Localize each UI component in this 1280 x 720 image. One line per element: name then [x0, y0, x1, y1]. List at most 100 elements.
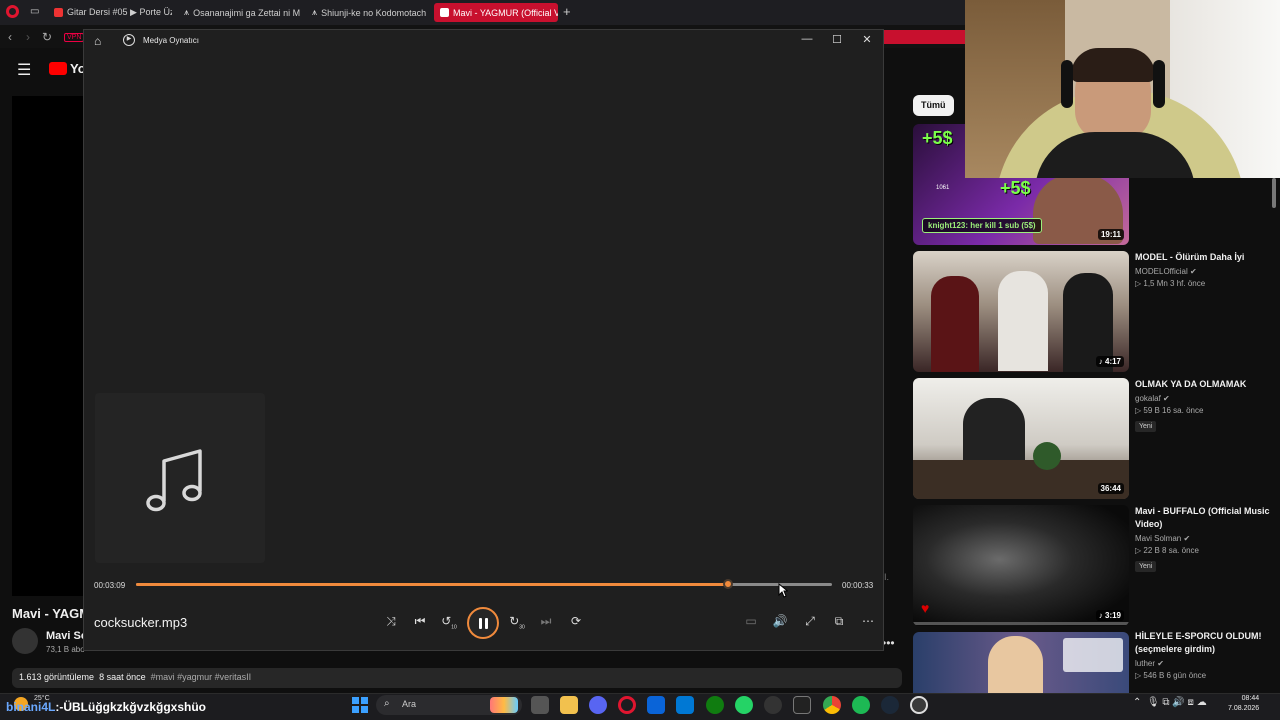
- forward-30-icon[interactable]: ↻30: [508, 614, 526, 630]
- forward-label: 30: [519, 624, 525, 631]
- opera-logo-icon[interactable]: [6, 5, 19, 18]
- video-info[interactable]: HİLEYLE E-SPORCU OLDUM! (seçmelere girdi…: [1135, 630, 1275, 680]
- channel-avatar[interactable]: [12, 628, 38, 654]
- repeat-icon[interactable]: ⟳: [567, 614, 585, 628]
- verified-icon: ✔: [1163, 394, 1170, 403]
- tab-gitar-dersi[interactable]: Gitar Dersi #05 ▶ Porte Üz: [48, 3, 172, 22]
- figure-shape: [963, 398, 1025, 468]
- remaining-time: 00:00:33: [842, 581, 874, 590]
- epic-games-icon[interactable]: [793, 696, 811, 714]
- maximize-button[interactable]: ☐: [830, 33, 844, 46]
- thumb-small-text: 1061: [936, 185, 950, 191]
- task-view-icon[interactable]: [531, 696, 549, 714]
- chrome-icon[interactable]: [823, 696, 841, 714]
- seek-bar-progress: [136, 583, 728, 586]
- youtube-icon: [440, 8, 449, 17]
- video-thumbnail[interactable]: [913, 632, 1129, 693]
- video-thumbnail[interactable]: 36:44: [913, 378, 1129, 499]
- discord-icon[interactable]: [589, 696, 607, 714]
- steelseries-icon[interactable]: [764, 696, 782, 714]
- window-title: Medya Oynatıcı: [143, 36, 200, 45]
- track-filename: cocksucker.mp3: [94, 615, 188, 630]
- shuffle-icon[interactable]: ⤨: [382, 614, 400, 629]
- watermelon-shape: [1033, 442, 1061, 470]
- store-icon[interactable]: [676, 696, 694, 714]
- scrollbar[interactable]: [1272, 178, 1276, 208]
- video-player[interactable]: [12, 96, 84, 596]
- outlook-icon[interactable]: [647, 696, 665, 714]
- search-highlight-icon[interactable]: [490, 697, 518, 713]
- hashtags[interactable]: #mavi #yagmur #veritasII: [151, 672, 252, 682]
- file-explorer-icon[interactable]: [560, 696, 578, 714]
- miniplayer-icon[interactable]: ▭: [742, 614, 760, 628]
- volume-icon[interactable]: 🔊: [771, 614, 789, 628]
- back-icon[interactable]: ‹: [8, 30, 12, 44]
- watch-progress: [913, 622, 1129, 625]
- filter-chip-all[interactable]: Tümü: [913, 95, 954, 116]
- video-title[interactable]: HİLEYLE E-SPORCU OLDUM! (seçmelere girdi…: [1135, 630, 1275, 656]
- tab-shiunji[interactable]: ⩚ Shiunji-ke no Kodomotach: [306, 3, 430, 22]
- tab-overview-icon[interactable]: ▭: [30, 6, 39, 17]
- tab-label: Osananajimi ga Zettai ni M: [193, 7, 301, 18]
- tab-mavi-yagmur[interactable]: Mavi - YAGMUR (Official V: [434, 3, 558, 22]
- close-button[interactable]: ✕: [860, 33, 874, 46]
- video-title[interactable]: Mavi - BUFFALO (Official Music Video): [1135, 505, 1275, 531]
- fullscreen-icon[interactable]: ⤢: [801, 614, 819, 629]
- k-site-icon: ⩚: [184, 7, 190, 17]
- minimize-button[interactable]: —: [800, 33, 814, 45]
- taskbar-clock[interactable]: 08:44 7.08.2026: [1228, 694, 1259, 714]
- channel-name[interactable]: MODELOfficial ✔: [1135, 267, 1275, 276]
- previous-icon[interactable]: ⏮: [411, 614, 429, 629]
- figure-shape: [998, 271, 1048, 371]
- rewind-10-icon[interactable]: ↺10: [440, 614, 458, 630]
- tab-osananajimi[interactable]: ⩚ Osananajimi ga Zettai ni M: [178, 3, 302, 22]
- more-options-icon[interactable]: ⋯: [859, 614, 877, 628]
- menu-icon[interactable]: ☰: [17, 60, 31, 80]
- media-player-taskbar-icon[interactable]: [910, 696, 928, 714]
- new-tab-button[interactable]: +: [563, 4, 571, 19]
- music-note-icon: [146, 449, 202, 512]
- opera-gx-icon[interactable]: [618, 696, 636, 714]
- system-tray-icons[interactable]: ⌃ 🎙 ⧉ 🔊 ⧈ ☁: [1133, 697, 1207, 708]
- video-info[interactable]: OLMAK YA DA OLMAMAK gokalaf ✔ ▷ 59 B 16 …: [1135, 378, 1275, 433]
- spotify-icon[interactable]: [852, 696, 870, 714]
- new-badge: Yeni: [1135, 421, 1157, 432]
- xbox-icon[interactable]: [706, 696, 724, 714]
- seek-bar-thumb[interactable]: [722, 579, 733, 589]
- thumbnail-caption: knight123: her kill 1 sub (5$): [922, 218, 1042, 233]
- seek-bar[interactable]: [136, 579, 832, 589]
- video-title[interactable]: OLMAK YA DA OLMAMAK: [1135, 378, 1275, 391]
- video-title[interactable]: MODEL - Ölürüm Daha İyi: [1135, 251, 1275, 264]
- partial-text: I.: [884, 572, 890, 582]
- whatsapp-icon[interactable]: [735, 696, 753, 714]
- video-info[interactable]: Mavi - BUFFALO (Official Music Video) Ma…: [1135, 505, 1275, 573]
- channel-name[interactable]: gokalaf ✔: [1135, 394, 1275, 403]
- channel-name[interactable]: Mavi Solman ✔: [1135, 534, 1275, 543]
- view-count: 1.613 görüntüleme: [19, 672, 95, 682]
- next-icon[interactable]: ⏭: [537, 614, 555, 629]
- cartoon-face: [988, 636, 1043, 693]
- vpn-badge[interactable]: VPN: [64, 33, 85, 42]
- video-duration: ♪ 4:17: [1095, 356, 1124, 367]
- video-stats: ▷ 59 B 16 sa. önce: [1135, 406, 1204, 415]
- video-description[interactable]: 1.613 görüntüleme 8 saat önce #mavi #yag…: [12, 668, 902, 688]
- webcam-overlay: [965, 0, 1280, 178]
- video-info[interactable]: MODEL - Ölürüm Daha İyi MODELOfficial ✔ …: [1135, 251, 1275, 288]
- video-thumbnail[interactable]: ♥ ♪ 3:19: [913, 505, 1129, 626]
- video-thumbnail[interactable]: ♪ 4:17: [913, 251, 1129, 372]
- video-stats: ▷ 546 B 6 gün önce: [1135, 671, 1207, 680]
- channel-name[interactable]: Mavi So: [46, 630, 88, 642]
- reload-icon[interactable]: ↻: [42, 30, 52, 44]
- forward-icon[interactable]: ›: [26, 30, 30, 44]
- headphone: [1061, 60, 1073, 108]
- steam-icon[interactable]: [881, 696, 899, 714]
- verified-icon: ✔: [1183, 534, 1191, 543]
- windows-start-icon[interactable]: [352, 697, 368, 713]
- home-icon[interactable]: ⌂: [94, 34, 101, 48]
- table-shape: [913, 460, 1129, 499]
- compact-overlay-icon[interactable]: ⧉: [830, 614, 848, 629]
- channel-subscribers: 73,1 B abo: [46, 645, 85, 654]
- channel-name[interactable]: luther ✔: [1135, 659, 1275, 668]
- ticker-prefix: binani4L: [6, 700, 56, 714]
- pause-button[interactable]: [467, 607, 499, 639]
